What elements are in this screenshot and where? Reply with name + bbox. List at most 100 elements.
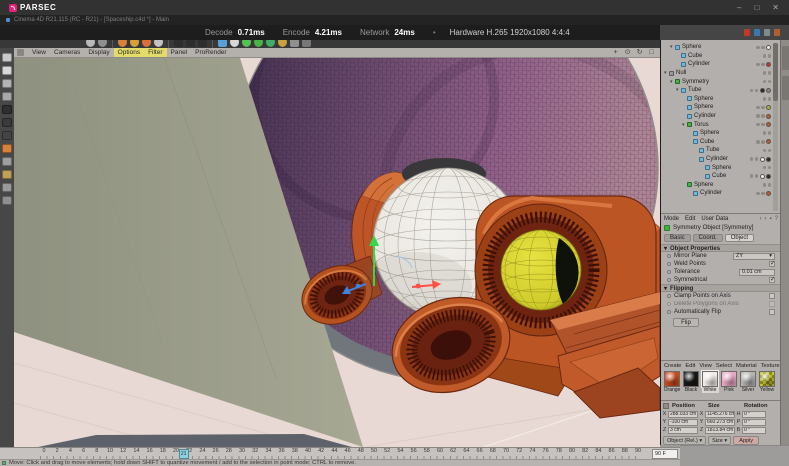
visibility-dot[interactable] [763,183,767,187]
render-dot[interactable] [755,157,759,161]
zoom-view-icon[interactable]: ⊙ [623,48,632,57]
checkbox-automatically-flip[interactable] [769,309,775,315]
keyframe-dot[interactable] [667,310,671,314]
rotation-input[interactable]: 0 ° [742,411,766,418]
object-row[interactable]: Cube [661,172,773,181]
object-row[interactable]: Sphere [661,181,773,190]
workplane-mode-icon[interactable] [2,92,12,101]
material-tag-icon[interactable] [760,88,765,93]
size-button[interactable]: Size ▾ [708,436,731,445]
attribute-menu-mode[interactable]: Mode [664,216,679,222]
object-row[interactable]: ▾Torus [661,120,773,129]
convert-object-icon[interactable] [2,53,12,62]
object-row[interactable]: ▾Tube [661,86,773,95]
render-dot[interactable] [755,174,759,178]
render-dot[interactable] [761,106,765,110]
tab-coord[interactable]: Coord. [693,234,723,242]
checkbox-delete-polygons-on-axis[interactable] [769,301,775,307]
material-tag-icon[interactable] [766,45,771,50]
eye-lens[interactable] [501,230,581,310]
render-dot[interactable] [761,46,765,50]
edges-mode-icon[interactable] [2,118,12,127]
material-tag-icon[interactable] [760,157,765,162]
visibility-dot[interactable] [763,80,767,84]
render-dot[interactable] [761,114,765,118]
flip-button[interactable]: Flip [673,318,699,327]
layout-icon[interactable] [744,29,750,36]
viewport-menu-panel[interactable]: Panel [167,48,192,57]
material-tag-icon[interactable] [766,191,771,196]
visibility-dot[interactable] [756,192,760,196]
render-dot[interactable] [768,149,772,153]
render-view-icon[interactable] [174,40,183,47]
attribute-menu-edit[interactable]: Edit [685,216,695,222]
material-tag-icon[interactable] [766,139,771,144]
material-swatch[interactable] [683,371,699,387]
spline-pen-icon[interactable] [230,40,239,47]
size-input[interactable]: 1145.276 cm [705,411,735,418]
material-tag-icon[interactable] [766,122,771,127]
rotate-view-icon[interactable]: ↻ [635,48,644,57]
material-tag-icon[interactable] [766,88,771,93]
render-dot[interactable] [761,123,765,127]
environment-icon[interactable] [278,40,287,47]
material-tag-icon[interactable] [766,174,771,179]
visibility-dot[interactable] [756,123,760,127]
maximize-button[interactable]: □ [754,0,759,15]
rotation-input[interactable]: 0 ° [742,419,766,426]
scrollbar-thumb[interactable] [773,43,778,101]
object-row[interactable]: Cube [661,138,773,147]
material-tag-icon[interactable] [766,157,771,162]
primitive-cube-icon[interactable] [218,40,227,47]
pan-view-icon[interactable]: + [611,48,620,57]
subdivision-surface-icon[interactable] [242,40,251,47]
viewport-menu-cameras[interactable]: Cameras [50,48,84,57]
position-input[interactable]: 288.033 cm [668,411,698,418]
object-row[interactable]: Tube [661,146,773,155]
material-swatch[interactable] [721,371,737,387]
panel-tab[interactable] [782,76,789,100]
attribute-nav-icon[interactable]: ‹ [760,216,762,222]
attribute-menu-user-data[interactable]: User Data [701,216,728,222]
tab-object[interactable]: Object [725,234,754,242]
material-tag-icon[interactable] [766,105,771,110]
object-row[interactable]: Sphere [661,95,773,104]
section-header[interactable]: ▾Object Properties [661,244,781,252]
viewport-menu-display[interactable]: Display [84,48,113,57]
viewport-menu-icon[interactable] [17,49,24,56]
quantize-icon[interactable] [2,183,12,192]
render-dot[interactable] [768,54,772,58]
material-tag-icon[interactable] [766,62,771,67]
layout-icon[interactable] [754,29,760,36]
visibility-dot[interactable] [756,140,760,144]
object-rel--button[interactable]: Object (Rel.) ▾ [663,436,706,445]
render-dot[interactable] [761,63,765,67]
position-input[interactable]: 3 cm [668,427,698,434]
material-tag-icon[interactable] [760,174,765,179]
texture-mode-icon[interactable] [2,79,12,88]
axis-mode-icon[interactable] [2,144,12,153]
render-dot[interactable] [768,131,772,135]
render-region-icon[interactable] [186,40,195,47]
material-menu-select[interactable]: Select [716,363,732,369]
visibility-dot[interactable] [750,157,754,161]
layout-icon[interactable] [774,29,780,36]
visibility-dot[interactable] [750,174,754,178]
timeline-end-frame[interactable]: 90 F [652,449,678,459]
render-dot[interactable] [768,166,772,170]
visibility-dot[interactable] [756,106,760,110]
material-tag-icon[interactable] [766,114,771,119]
visibility-dot[interactable] [756,114,760,118]
attribute-nav-icon[interactable]: ? [775,216,778,222]
viewport-menu-filter[interactable]: Filter [144,48,166,57]
material-swatch[interactable] [740,371,756,387]
render-dot[interactable] [768,97,772,101]
checkbox-symmetrical[interactable]: ✓ [769,277,775,283]
redo-icon[interactable] [98,40,107,47]
material-menu-create[interactable]: Create [664,363,681,369]
minimize-button[interactable]: – [737,0,741,15]
material-swatch[interactable] [702,371,718,387]
viewport-menu-prorender[interactable]: ProRender [191,48,230,57]
input-tolerance[interactable]: 0.01 cm [739,269,775,276]
object-row[interactable]: Cylinder [661,189,773,198]
